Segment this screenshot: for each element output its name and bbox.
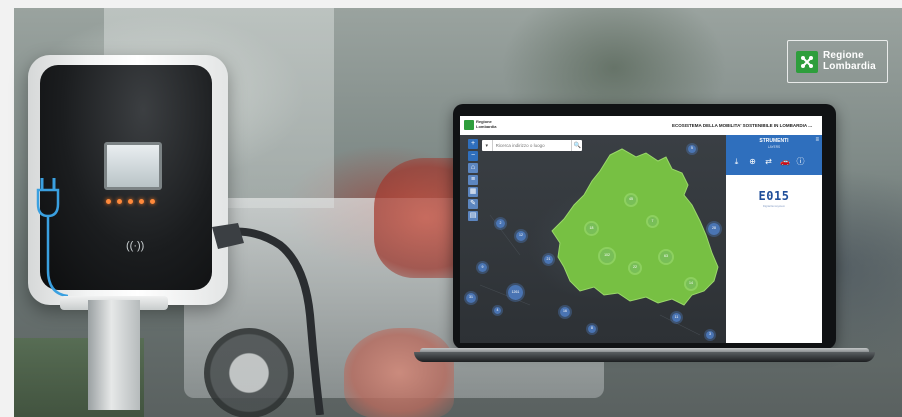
print-icon[interactable]: ▤ — [468, 211, 478, 221]
search-icon[interactable]: 🔍 — [571, 140, 582, 151]
tools-panel: STRUMENTI LAYERS ≡ ⤓ ⊕ ⇄ 🚗 ⓘ E015 Digita… — [726, 135, 822, 343]
e015-logo[interactable]: E015 — [726, 189, 822, 203]
home-icon[interactable]: ⌂ — [468, 163, 478, 173]
rose-camuna-icon — [796, 51, 818, 73]
zoom-out-icon[interactable]: − — [468, 151, 478, 161]
app-logo-icon[interactable] — [464, 120, 474, 130]
station-cluster[interactable]: 102 — [600, 249, 614, 263]
regione-lombardia-logo[interactable]: Regione Lombardia — [787, 40, 888, 83]
ev-charger-display — [104, 142, 162, 190]
car-icon[interactable]: 🚗 — [780, 157, 790, 166]
station-cluster[interactable]: 63 — [660, 251, 672, 263]
station-cluster[interactable]: 14 — [686, 279, 696, 289]
plug-icon — [36, 178, 68, 298]
layers-icon[interactable]: ≡ — [468, 175, 478, 185]
map-toolbar: + − ⌂ ≡ ▦ ✎ ▤ — [468, 139, 478, 221]
download-icon[interactable]: ⤓ — [732, 157, 741, 166]
station-cluster[interactable]: 7 — [648, 217, 657, 226]
ev-charger-pole — [88, 300, 140, 410]
measure-icon[interactable]: ✎ — [468, 199, 478, 209]
tools-panel-title: STRUMENTI — [759, 138, 789, 144]
app-header: Regione Lombardia ECOSISTEMA DELLA MOBIL… — [460, 116, 822, 136]
map-application: Regione Lombardia ECOSISTEMA DELLA MOBIL… — [460, 116, 822, 343]
menu-icon[interactable]: ≡ — [815, 137, 819, 143]
contactless-icon: ((·)) — [126, 240, 145, 252]
app-brand-line-2: Lombardia — [476, 124, 497, 129]
search-input[interactable] — [492, 141, 572, 150]
station-cluster[interactable]: 21 — [544, 255, 553, 264]
station-cluster[interactable]: 11 — [672, 313, 681, 322]
logo-text: Regione Lombardia — [823, 50, 876, 72]
map-canvas[interactable]: + − ⌂ ≡ ▦ ✎ ▤ ▾ 🔍 2 12 18 45 102 7 63 22… — [460, 135, 726, 343]
station-cluster[interactable]: 22 — [630, 263, 640, 273]
station-cluster[interactable]: 18 — [586, 223, 597, 234]
charging-cable — [212, 223, 324, 415]
station-cluster[interactable]: 28 — [708, 223, 720, 235]
swap-icon[interactable]: ⇄ — [764, 157, 773, 166]
station-cluster[interactable]: 9 — [478, 263, 487, 272]
ev-charger: ((·)) — [28, 55, 228, 305]
station-cluster[interactable]: 1261 — [508, 285, 523, 300]
station-cluster[interactable]: 3 — [706, 331, 714, 339]
station-cluster[interactable]: 2 — [496, 219, 505, 228]
tools-panel-header: STRUMENTI LAYERS ≡ ⤓ ⊕ ⇄ 🚗 ⓘ — [726, 135, 822, 175]
laptop-base — [414, 352, 875, 362]
info-icon[interactable]: ⓘ — [796, 157, 805, 166]
station-cluster[interactable]: 5 — [688, 145, 696, 153]
tools-panel-subtitle: LAYERS — [767, 145, 781, 149]
ev-charger-leds — [106, 199, 155, 204]
station-cluster[interactable]: 45 — [626, 195, 636, 205]
station-cluster[interactable]: 8 — [588, 325, 596, 333]
station-cluster[interactable]: 16 — [560, 307, 570, 317]
logo-line-2: Lombardia — [823, 61, 876, 72]
station-cluster[interactable]: 4 — [494, 307, 501, 314]
e015-logo-subtitle: Digital Ecosystem — [762, 204, 786, 208]
app-title: ECOSISTEMA DELLA MOBILITA' SOSTENIBILE I… — [672, 123, 812, 128]
station-cluster[interactable]: 31 — [466, 293, 476, 303]
logo-line-1: Regione — [823, 50, 864, 61]
grid-icon[interactable]: ▦ — [468, 187, 478, 197]
station-cluster[interactable]: 12 — [516, 231, 526, 241]
map-search: ▾ 🔍 — [482, 140, 582, 151]
app-brand: Regione Lombardia — [476, 119, 496, 129]
tools-panel-toolbar: ⤓ ⊕ ⇄ 🚗 ⓘ — [732, 157, 805, 166]
zoom-in-icon[interactable]: + — [468, 139, 478, 149]
search-dropdown-icon[interactable]: ▾ — [482, 140, 493, 151]
locate-icon[interactable]: ⊕ — [748, 157, 757, 166]
background-hand — [344, 328, 454, 417]
